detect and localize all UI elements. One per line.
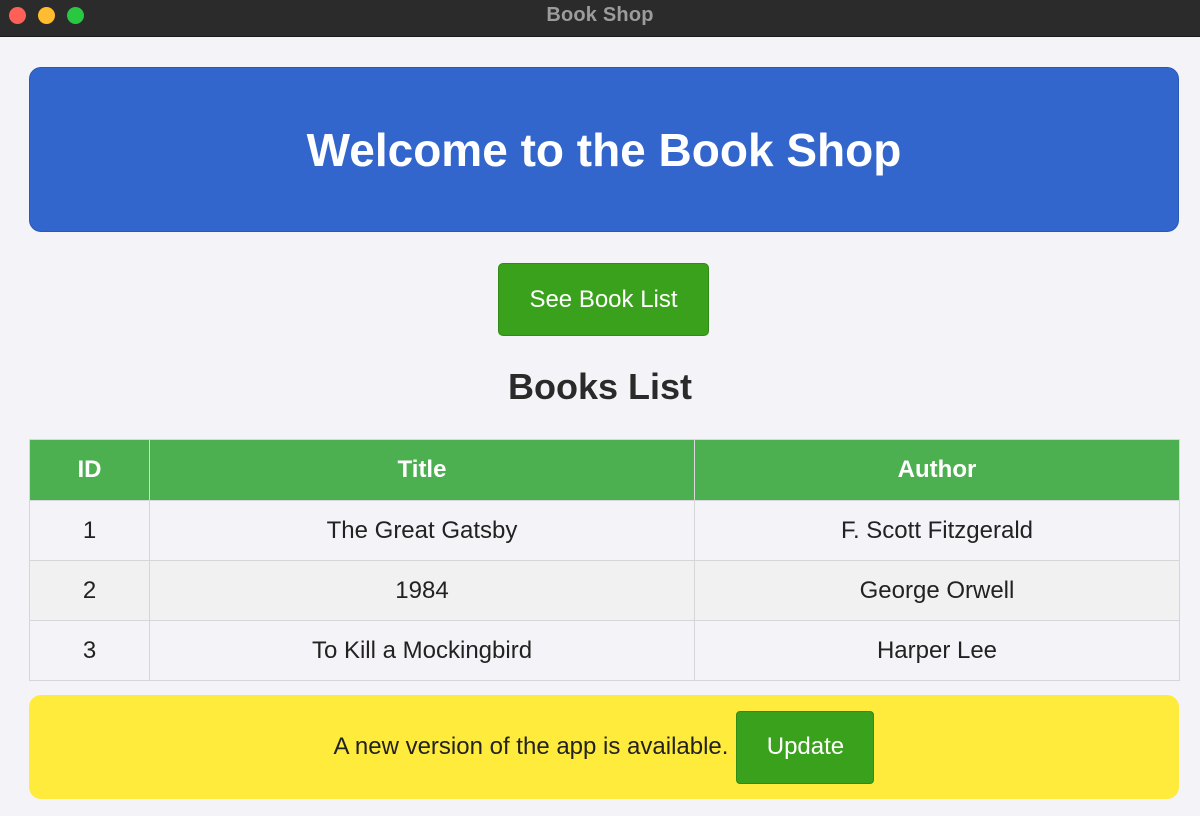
column-header-id: ID (29, 439, 150, 501)
book-author-cell: F. Scott Fitzgerald (694, 500, 1180, 561)
book-author-cell: George Orwell (694, 560, 1180, 621)
book-author-cell: Harper Lee (694, 620, 1180, 681)
table-header-row: ID Title Author (29, 439, 1180, 501)
book-id-cell: 2 (29, 560, 150, 621)
column-header-title: Title (149, 439, 695, 501)
welcome-heading: Welcome to the Book Shop (306, 123, 902, 176)
book-title-cell: To Kill a Mockingbird (149, 620, 695, 681)
table-row: 2 1984 George Orwell (29, 560, 1180, 621)
book-id-cell: 1 (29, 500, 150, 561)
see-book-list-button[interactable]: See Book List (498, 263, 709, 336)
update-notification-banner: A new version of the app is available. U… (29, 695, 1179, 799)
column-header-author: Author (694, 439, 1180, 501)
books-table: ID Title Author 1 The Great Gatsby F. Sc… (29, 439, 1180, 681)
book-title-cell: 1984 (149, 560, 695, 621)
book-title-cell: The Great Gatsby (149, 500, 695, 561)
update-notification-text: A new version of the app is available. (333, 733, 729, 760)
table-row: 3 To Kill a Mockingbird Harper Lee (29, 620, 1180, 681)
window-title: Book Shop (546, 4, 654, 26)
table-row: 1 The Great Gatsby F. Scott Fitzgerald (29, 500, 1180, 561)
update-button[interactable]: Update (736, 710, 875, 784)
welcome-banner: Welcome to the Book Shop (29, 67, 1179, 232)
book-id-cell: 3 (29, 620, 150, 681)
window-titlebar: Book Shop (0, 0, 1200, 37)
books-list-heading: Books List (507, 366, 693, 407)
